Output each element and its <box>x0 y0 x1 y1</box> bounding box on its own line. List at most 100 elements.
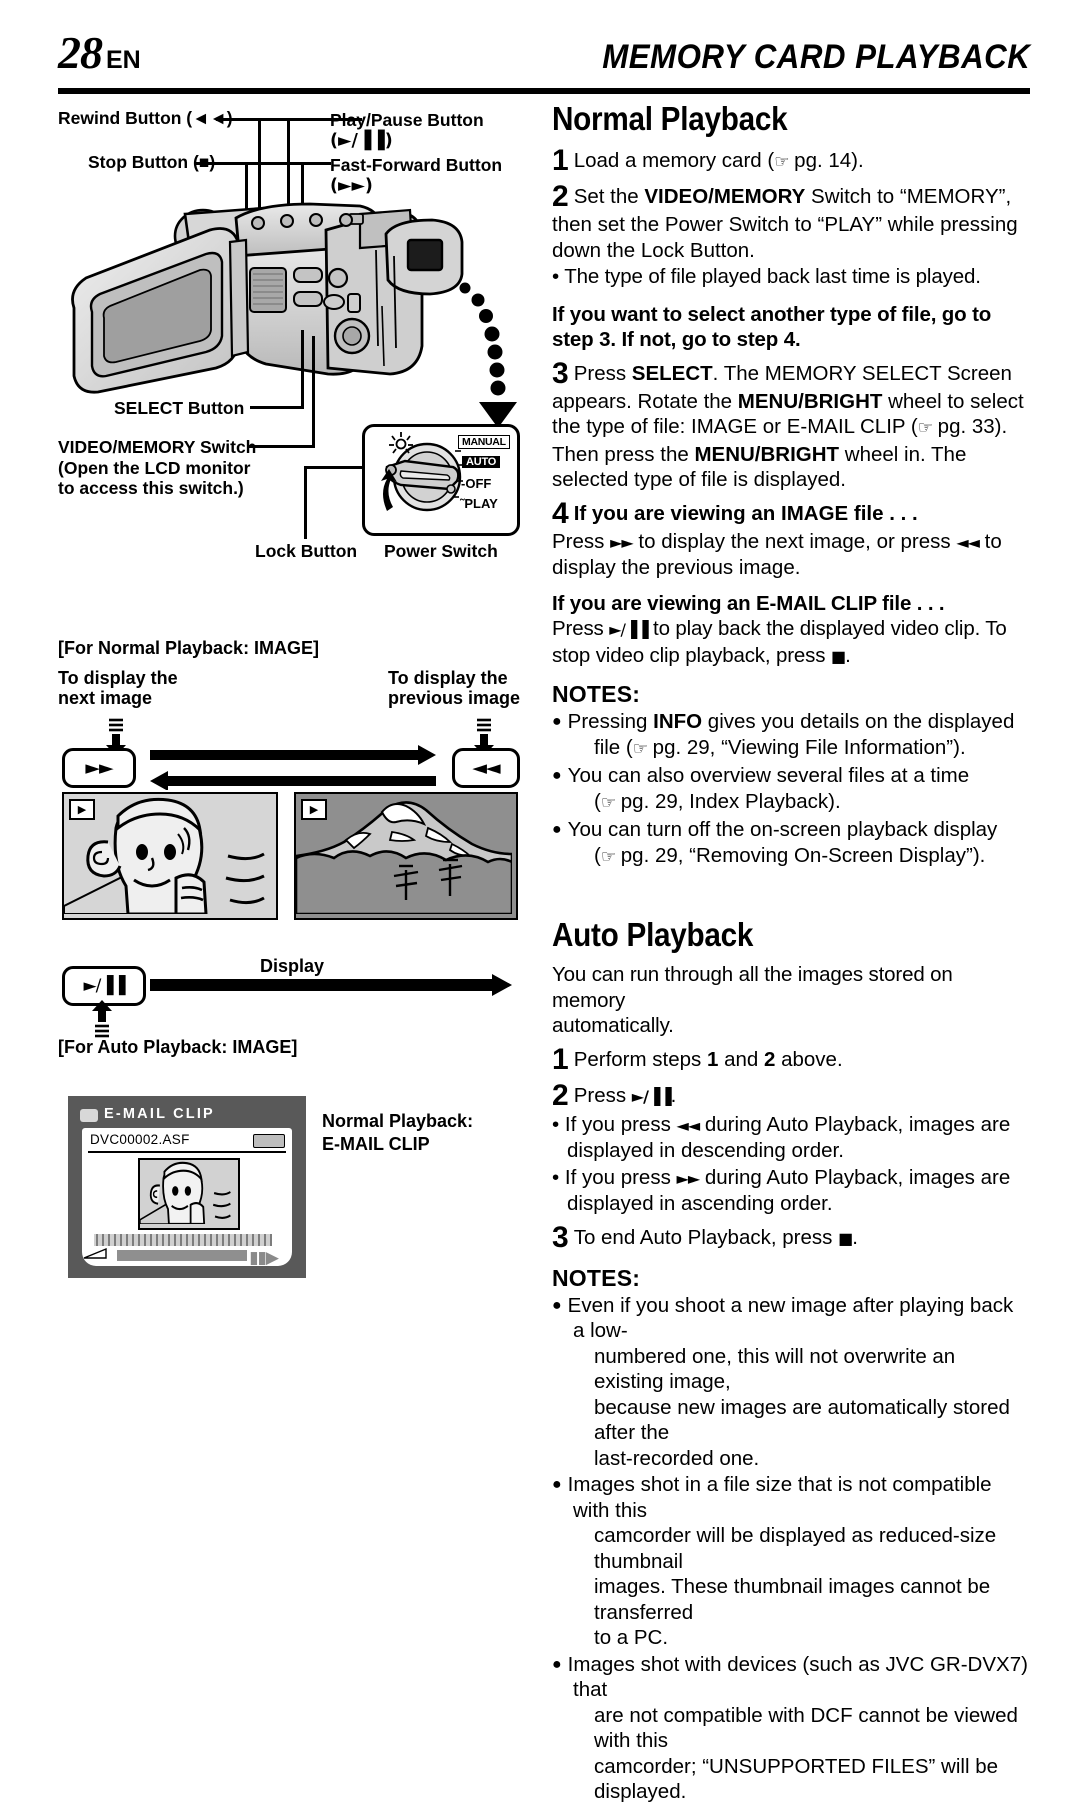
step-1-normal: 1 Load a memory card (☞ pg. 14). <box>552 146 1030 176</box>
step-1-page-ref: pg. 14). <box>788 149 864 172</box>
select-file-note-line2: step 3. If not, go to step 4. <box>552 328 801 351</box>
play-pause-glyph-icon: ►/▐▐ <box>609 620 648 639</box>
auto-b1-c: during Auto Playback, images are <box>699 1112 1011 1136</box>
label-video-memory-switch: VIDEO/MEMORY Switch <box>58 437 257 457</box>
email-l2a: stop video clip playback, press <box>552 643 831 667</box>
auto-note1-l4: last-recorded one. <box>594 1446 760 1470</box>
auto-bullet-1: • If you press ◄◄ during Auto Playback, … <box>552 1112 1030 1164</box>
step-3-line5: selected type of file is displayed. <box>552 468 846 491</box>
figure-label-next-1: To display the <box>58 668 178 688</box>
step-3-wheel-name-2: MENU/BRIGHT <box>694 442 840 466</box>
pointer-hand-icon: ☞ <box>600 792 616 813</box>
power-position-manual: MANUAL <box>458 435 510 449</box>
step-2-line3: down the Lock Button. <box>552 238 755 262</box>
step-3-wheel-name: MENU/BRIGHT <box>737 389 883 413</box>
auto-note1-l3: because new images are automatically sto… <box>594 1395 1010 1445</box>
pointer-hand-icon: ☞ <box>917 418 933 438</box>
note-0-a: Pressing <box>567 710 654 733</box>
step-3-normal: 3 Press SELECT. The MEMORY SELECT Screen … <box>552 356 1030 493</box>
auto-step1-a: Perform steps <box>573 1047 707 1071</box>
step-number: 2 <box>552 1078 569 1112</box>
bullet-dot-icon: ● <box>552 767 562 784</box>
volume-indicator <box>82 1246 292 1262</box>
label-video-memory-note-2: to access this switch.) <box>58 478 244 498</box>
play-pause-glyph-icon: ►/▐▐ <box>631 1086 672 1106</box>
leader-lock-v <box>304 466 307 539</box>
email-clip-line2: stop video clip playback, press ■. <box>552 643 1030 670</box>
step-3-auto: 3 To end Auto Playback, press ■. <box>552 1220 1030 1254</box>
auto-note1-l2: numbered one, this will not overwrite an… <box>594 1344 956 1394</box>
step-2-normal: 2 Set the VIDEO/MEMORY Switch to “MEMORY”… <box>552 182 1030 263</box>
note-item: ● Pressing INFO gives you details on the … <box>552 709 1030 762</box>
leader-playpause <box>287 118 331 121</box>
power-switch-detail: MANUAL AUTO -OFF ˜PLAY <box>362 424 520 536</box>
header-rule <box>58 88 1030 94</box>
auto-note1-l1: Even if you shoot a new image after play… <box>567 1293 1014 1343</box>
rewind-glyph-icon: ◄◄ <box>676 1115 701 1135</box>
auto-step2-c: . <box>670 1083 677 1107</box>
email-clip-caption-line1: Normal Playback: <box>322 1111 474 1131</box>
label-select-button: SELECT Button <box>114 398 245 418</box>
email-clip-line1: Press ►/▐▐ to play back the displayed vi… <box>552 616 1030 643</box>
note-1-a: You can also overview several files at a… <box>567 764 970 787</box>
label-rewind-button: Rewind Button (◄◄) <box>58 108 233 128</box>
step-3-page-ref: pg. 33). <box>931 415 1008 438</box>
label-fast-forward-symbol: (►►) <box>330 176 373 196</box>
email-clip-filename: DVC00002.ASF <box>90 1132 190 1147</box>
step-number: 3 <box>552 356 569 390</box>
step-number: 3 <box>552 1220 569 1254</box>
fast-forward-glyph-icon: ►► <box>610 532 634 552</box>
step-2-auto: 2 Press ►/▐▐. <box>552 1078 1030 1112</box>
stop-glyph-icon: ■ <box>838 1228 853 1248</box>
step-2-line2: then set the Power Switch to “PLAY” whil… <box>552 213 1018 236</box>
auto-intro-line2: automatically. <box>552 1014 674 1037</box>
step-3-l4a: Then press the <box>552 442 695 466</box>
step-2-a: Set the <box>573 185 645 208</box>
step-3-l3a: the type of file: IMAGE or E-MAIL CLIP ( <box>552 415 918 438</box>
bullet-dot-icon: ● <box>552 1476 562 1493</box>
auto-intro-line1: You can run through all the images store… <box>552 963 953 1012</box>
step-1-auto: 1 Perform steps 1 and 2 above. <box>552 1044 1030 1075</box>
step-3-l2a: appears. Rotate the <box>552 389 738 413</box>
auto-step1-ref1: 1 <box>706 1047 719 1071</box>
notes-title-normal: NOTES: <box>552 681 641 707</box>
auto-note2-l4: to a PC. <box>594 1626 669 1649</box>
email-clip-instructions: If you are viewing an E-MAIL CLIP file .… <box>552 591 1030 670</box>
step-number: 2 <box>552 180 569 213</box>
step-3-select-btn: SELECT <box>631 361 713 385</box>
email-clip-icon <box>80 1109 98 1122</box>
volume-bar <box>116 1249 248 1262</box>
battery-icon <box>253 1134 285 1148</box>
leader-stop <box>196 162 312 165</box>
pointer-hand-icon: ☞ <box>774 152 789 172</box>
power-position-off: -OFF <box>461 476 492 491</box>
email-clip-screen: E-MAIL CLIP DVC00002.ASF ▮▮▶ <box>68 1096 306 1278</box>
auto-step3-c: . <box>852 1225 858 1249</box>
auto-b2-c: during Auto Playback, images are <box>699 1165 1011 1189</box>
email-clip-screen-title: E-MAIL CLIP <box>104 1106 215 1122</box>
chapter-title: MEMORY CARD PLAYBACK <box>601 38 1030 76</box>
fast-forward-button-key[interactable]: ►► <box>62 748 136 788</box>
image-file-icon: ▶ <box>301 799 327 820</box>
auto-b2-a: • If you press <box>552 1165 677 1189</box>
leader-vm-v <box>312 336 315 448</box>
bullet-dot-icon: ● <box>552 821 562 838</box>
step-4-l1e: to <box>978 529 1002 553</box>
auto-b1-line2: displayed in descending order. <box>567 1139 844 1162</box>
note-2-line2: (☞ pg. 29, “Removing On-Screen Display”)… <box>573 843 1030 871</box>
auto-step1-ref2: 2 <box>764 1047 776 1071</box>
rewind-button-key[interactable]: ◄◄ <box>452 748 520 788</box>
leader-ff <box>301 162 331 165</box>
leader-select-v <box>301 330 304 409</box>
power-position-auto: AUTO <box>462 456 501 468</box>
auto-bullet-2: • If you press ►► during Auto Playback, … <box>552 1165 1030 1217</box>
panel-divider <box>88 1151 286 1153</box>
page-number: 28 EN <box>58 27 141 78</box>
auto-note3-l2: are not compatible with DCF cannot be vi… <box>594 1703 1018 1753</box>
note-1-line2: (☞ pg. 29, Index Playback). <box>573 789 1030 817</box>
figure-label-prev-1: To display the <box>388 668 508 688</box>
step-4-line1: Press ►► to display the next image, or p… <box>552 529 1030 556</box>
volume-icon <box>83 1247 107 1259</box>
step-3-line4: Then press the MENU/BRIGHT wheel in. The <box>552 442 1030 468</box>
note-2-l2b: pg. 29, “Removing On-Screen Display”). <box>615 843 986 867</box>
